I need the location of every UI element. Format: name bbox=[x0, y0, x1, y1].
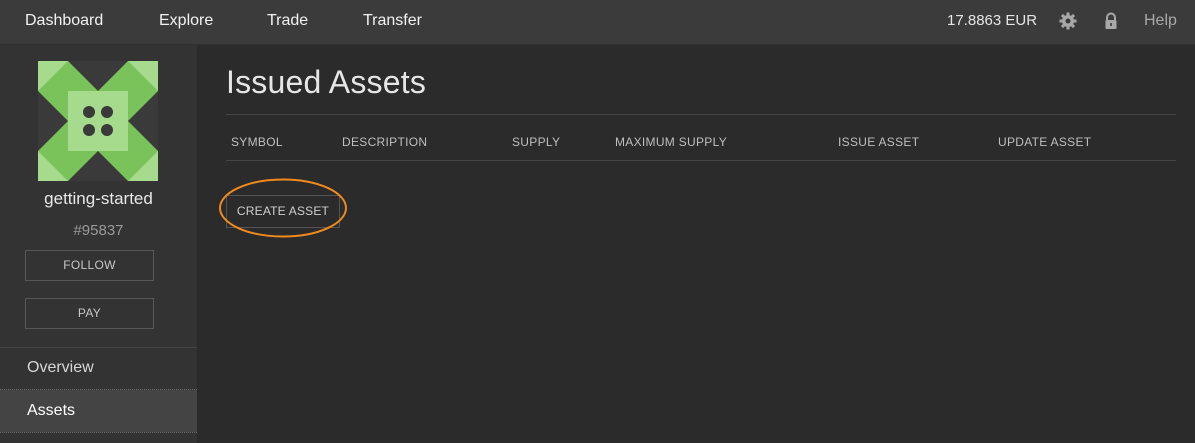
column-header-maximum-supply: MAXIMUM SUPPLY bbox=[615, 135, 727, 149]
gear-icon[interactable] bbox=[1058, 11, 1078, 31]
column-header-symbol: SYMBOL bbox=[231, 135, 283, 149]
account-sidebar: getting-started #95837 FOLLOW PAY Overvi… bbox=[0, 45, 198, 443]
nav-transfer[interactable]: Transfer bbox=[363, 0, 422, 42]
follow-button[interactable]: FOLLOW bbox=[25, 250, 154, 281]
sidebar-divider bbox=[0, 432, 197, 433]
lock-icon[interactable] bbox=[1101, 11, 1121, 31]
page-title: Issued Assets bbox=[226, 64, 427, 100]
nav-help[interactable]: Help bbox=[1144, 0, 1177, 42]
pay-button[interactable]: PAY bbox=[25, 298, 154, 329]
account-identicon bbox=[38, 61, 158, 181]
column-header-update-asset: UPDATE ASSET bbox=[998, 135, 1092, 149]
nav-explore[interactable]: Explore bbox=[159, 0, 213, 42]
sidebar-item-assets[interactable]: Assets bbox=[0, 390, 197, 432]
nav-trade[interactable]: Trade bbox=[267, 0, 308, 42]
nav-dashboard[interactable]: Dashboard bbox=[25, 0, 103, 42]
column-header-issue-asset: ISSUE ASSET bbox=[838, 135, 920, 149]
sidebar-item-overview[interactable]: Overview bbox=[0, 347, 197, 389]
table-header-divider bbox=[226, 160, 1176, 161]
title-divider bbox=[226, 114, 1176, 115]
account-id: #95837 bbox=[73, 222, 124, 239]
account-name: getting-started bbox=[44, 189, 153, 208]
account-balance[interactable]: 17.8863 EUR bbox=[947, 0, 1037, 42]
top-navigation-bar: Dashboard Explore Trade Transfer 17.8863… bbox=[0, 0, 1195, 45]
column-header-description: DESCRIPTION bbox=[342, 135, 428, 149]
column-header-supply: SUPPLY bbox=[512, 135, 561, 149]
create-asset-button[interactable]: CREATE ASSET bbox=[226, 195, 340, 228]
